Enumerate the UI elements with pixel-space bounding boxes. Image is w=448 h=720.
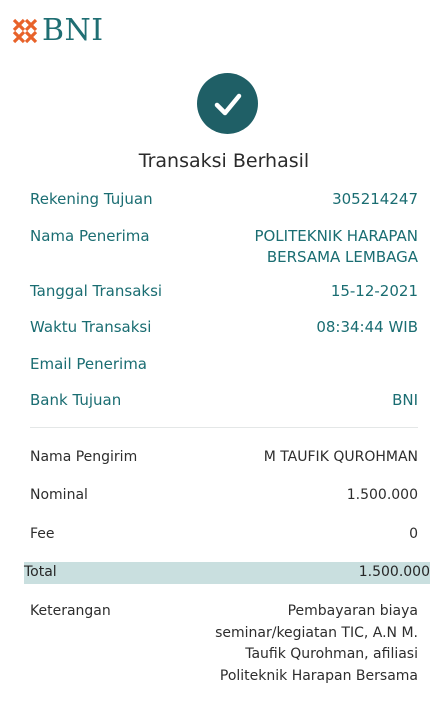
rekening-tujuan-label: Rekening Tujuan xyxy=(30,190,153,208)
fee-label: Fee xyxy=(30,526,55,542)
waktu-transaksi-value: 08:34:44 WIB xyxy=(316,318,418,336)
bni-logo: BNI xyxy=(12,16,104,46)
section-divider xyxy=(30,427,418,428)
nama-penerima-value: POLITEKNIK HARAPAN BERSAMA LEMBAGA xyxy=(254,227,418,266)
fee-value: 0 xyxy=(409,526,418,542)
waktu-transaksi-label: Waktu Transaksi xyxy=(30,318,152,336)
tanggal-transaksi-value: 15-12-2021 xyxy=(330,282,418,300)
email-penerima-label: Email Penerima xyxy=(30,355,147,373)
keterangan-value: Pembayaran biaya seminar/kegiatan TIC, A… xyxy=(215,603,418,684)
total-value: 1.500.000 xyxy=(358,564,430,580)
rekening-tujuan-value: 305214247 xyxy=(332,190,418,208)
page-title: Transaksi Berhasil xyxy=(138,150,310,172)
bank-tujuan-value: BNI xyxy=(392,391,418,409)
nama-pengirim-label: Nama Pengirim xyxy=(30,449,138,465)
bni-logo-mark-icon xyxy=(12,18,38,44)
tanggal-transaksi-label: Tanggal Transaksi xyxy=(30,282,163,300)
nominal-label: Nominal xyxy=(30,487,88,503)
nominal-value: 1.500.000 xyxy=(346,487,418,503)
bank-tujuan-label: Bank Tujuan xyxy=(30,391,122,409)
success-check-icon xyxy=(197,73,258,134)
brand-name: BNI xyxy=(42,13,104,48)
total-label: Total xyxy=(24,564,57,580)
total-row: Total 1.500.000 xyxy=(24,562,430,584)
nama-penerima-label: Nama Penerima xyxy=(30,227,150,245)
keterangan-label: Keterangan xyxy=(30,603,111,619)
nama-pengirim-value: M TAUFIK QUROHMAN xyxy=(263,449,418,465)
